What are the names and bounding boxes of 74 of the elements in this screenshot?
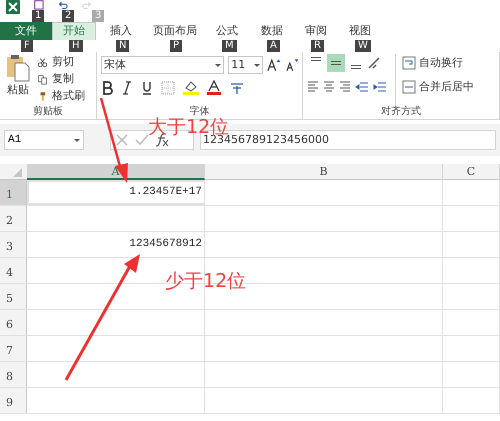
align-lines-icon — [311, 57, 321, 61]
row-header[interactable]: 7 — [0, 336, 27, 361]
column-header[interactable]: A — [27, 164, 205, 180]
font-color-icon[interactable] — [207, 80, 221, 95]
key-tip: N — [116, 40, 130, 52]
group-label: 字体 — [188, 105, 210, 118]
copy-button[interactable]: 复制 — [36, 71, 85, 87]
merge-center-button[interactable]: 合并后居中 — [402, 78, 477, 96]
clipboard-icon[interactable] — [5, 54, 31, 82]
spreadsheet-app-icon[interactable] — [6, 0, 20, 14]
grow-font-icon[interactable] — [267, 58, 281, 72]
merge-cells-icon[interactable] — [402, 80, 416, 94]
shrink-font-icon[interactable] — [284, 58, 298, 72]
align-lines-icon — [331, 61, 341, 65]
ribbon-tab[interactable]: 插入 — [96, 22, 146, 40]
scissors-icon — [36, 56, 49, 68]
paste-button[interactable]: 粘贴 — [4, 54, 32, 105]
key-tip: R — [311, 40, 324, 52]
row-header[interactable]: 9 — [0, 388, 27, 413]
fill-color-icon[interactable] — [183, 80, 199, 95]
group-label: 剪贴板 — [32, 105, 64, 119]
row-header[interactable]: 2 — [0, 206, 27, 231]
ribbon-tab[interactable]: 数据 — [250, 22, 294, 40]
row-header[interactable]: 4 — [0, 258, 27, 283]
key-tip: H — [69, 40, 83, 52]
align-lines-icon — [351, 65, 361, 69]
ribbon-tab[interactable]: 视图 — [338, 22, 382, 40]
file-tab[interactable]: 文件 — [0, 22, 52, 40]
annotation-text: 少于12位 — [165, 270, 246, 292]
italic-icon[interactable] — [121, 80, 133, 94]
row-header[interactable]: 5 — [0, 284, 27, 309]
key-tip: M — [222, 40, 237, 52]
dropdown-icon[interactable] — [74, 138, 80, 142]
copy-icon — [36, 72, 49, 86]
borders-icon[interactable] — [161, 80, 175, 94]
key-tip: A — [267, 40, 280, 52]
row-header[interactable]: 3 — [0, 232, 27, 257]
table-cell[interactable]: 1.23457E+17 — [27, 180, 205, 205]
key-tip: 1 — [32, 10, 44, 22]
ribbon-tab[interactable]: 开始 — [52, 22, 96, 40]
row-header[interactable]: 6 — [0, 310, 27, 335]
wrap-text-button[interactable]: 自动换行 — [402, 54, 477, 72]
underline-icon[interactable] — [141, 80, 153, 94]
align-right-icon[interactable] — [339, 80, 351, 93]
key-tip: W — [355, 40, 371, 52]
align-center-icon[interactable] — [323, 80, 335, 93]
row-header[interactable]: 1 — [0, 180, 27, 205]
middle-align-button[interactable] — [327, 54, 345, 72]
ribbon-tab[interactable]: 公式 — [204, 22, 250, 40]
dropdown-icon[interactable] — [215, 64, 222, 66]
ribbon-tab[interactable]: 页面布局 — [146, 22, 204, 40]
key-tip: 3 — [92, 10, 104, 22]
key-tip: P — [170, 40, 182, 52]
row-header[interactable]: 8 — [0, 362, 27, 387]
decrease-indent-icon[interactable] — [355, 80, 369, 93]
increase-indent-icon[interactable] — [373, 80, 387, 93]
column-header[interactable]: B — [205, 164, 443, 180]
undo-icon[interactable] — [58, 0, 68, 10]
font-size-field[interactable]: 11 — [228, 56, 264, 74]
key-tip: F — [21, 40, 33, 52]
column-header[interactable]: C — [443, 164, 500, 180]
save-icon[interactable] — [34, 0, 44, 10]
group-label: 对齐方式 — [380, 105, 422, 119]
key-tip: 2 — [62, 10, 74, 22]
cut-button[interactable]: 剪切 — [36, 54, 85, 70]
font-name-field[interactable]: 宋体 — [101, 56, 224, 74]
painter-button[interactable]: 格式刷 — [36, 88, 85, 104]
align-left-icon[interactable] — [307, 80, 319, 93]
bold-icon[interactable] — [101, 80, 113, 94]
wrap-text-icon[interactable] — [402, 56, 416, 70]
name-box[interactable]: A1 — [4, 130, 84, 150]
orientation-icon[interactable] — [367, 56, 381, 70]
dropdown-icon[interactable] — [254, 64, 260, 66]
ribbon-tab[interactable]: 审阅 — [294, 22, 338, 40]
